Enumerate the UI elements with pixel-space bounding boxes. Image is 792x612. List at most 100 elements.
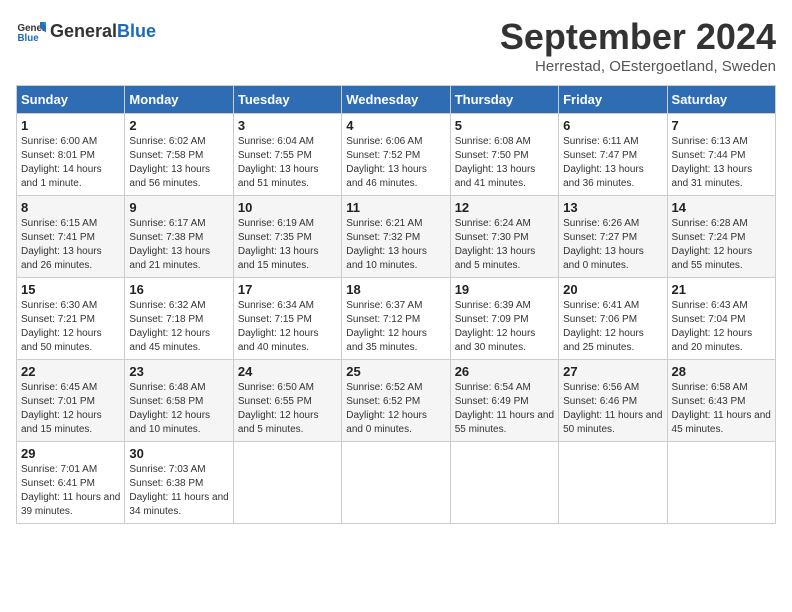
day-info: Sunrise: 7:03 AM Sunset: 6:38 PM Dayligh… <box>129 463 228 519</box>
day-number: 1 <box>21 118 120 133</box>
day-info: Sunrise: 6:43 AM Sunset: 7:04 PM Dayligh… <box>672 299 771 355</box>
day-number: 7 <box>672 118 771 133</box>
day-number: 13 <box>563 200 662 215</box>
day-number: 17 <box>238 282 337 297</box>
calendar-cell <box>233 442 341 524</box>
day-number: 25 <box>346 364 445 379</box>
calendar-cell: 27 Sunrise: 6:56 AM Sunset: 6:46 PM Dayl… <box>559 360 667 442</box>
day-number: 30 <box>129 446 228 461</box>
title-area: September 2024 Herrestad, OEstergoetland… <box>500 16 776 75</box>
day-info: Sunrise: 6:34 AM Sunset: 7:15 PM Dayligh… <box>238 299 337 355</box>
day-info: Sunrise: 7:01 AM Sunset: 6:41 PM Dayligh… <box>21 463 120 519</box>
day-info: Sunrise: 6:02 AM Sunset: 7:58 PM Dayligh… <box>129 135 228 191</box>
calendar-cell: 16 Sunrise: 6:32 AM Sunset: 7:18 PM Dayl… <box>125 278 233 360</box>
day-info: Sunrise: 6:28 AM Sunset: 7:24 PM Dayligh… <box>672 217 771 273</box>
day-number: 11 <box>346 200 445 215</box>
logo: General Blue General Blue <box>16 16 156 46</box>
calendar-cell: 12 Sunrise: 6:24 AM Sunset: 7:30 PM Dayl… <box>450 196 558 278</box>
calendar-week-row: 29 Sunrise: 7:01 AM Sunset: 6:41 PM Dayl… <box>17 442 776 524</box>
day-info: Sunrise: 6:19 AM Sunset: 7:35 PM Dayligh… <box>238 217 337 273</box>
day-number: 2 <box>129 118 228 133</box>
day-number: 19 <box>455 282 554 297</box>
calendar-cell: 4 Sunrise: 6:06 AM Sunset: 7:52 PM Dayli… <box>342 114 450 196</box>
calendar-cell: 2 Sunrise: 6:02 AM Sunset: 7:58 PM Dayli… <box>125 114 233 196</box>
page-header: General Blue General Blue September 2024… <box>16 16 776 75</box>
weekday-header: Thursday <box>450 86 558 114</box>
calendar-week-row: 8 Sunrise: 6:15 AM Sunset: 7:41 PM Dayli… <box>17 196 776 278</box>
calendar-cell <box>450 442 558 524</box>
day-number: 27 <box>563 364 662 379</box>
calendar-cell: 25 Sunrise: 6:52 AM Sunset: 6:52 PM Dayl… <box>342 360 450 442</box>
weekday-header: Wednesday <box>342 86 450 114</box>
day-info: Sunrise: 6:13 AM Sunset: 7:44 PM Dayligh… <box>672 135 771 191</box>
day-info: Sunrise: 6:04 AM Sunset: 7:55 PM Dayligh… <box>238 135 337 191</box>
day-info: Sunrise: 6:50 AM Sunset: 6:55 PM Dayligh… <box>238 381 337 437</box>
day-info: Sunrise: 6:26 AM Sunset: 7:27 PM Dayligh… <box>563 217 662 273</box>
calendar-cell <box>559 442 667 524</box>
day-info: Sunrise: 6:06 AM Sunset: 7:52 PM Dayligh… <box>346 135 445 191</box>
svg-text:Blue: Blue <box>18 33 40 44</box>
weekday-header: Sunday <box>17 86 125 114</box>
day-number: 15 <box>21 282 120 297</box>
day-info: Sunrise: 6:48 AM Sunset: 6:58 PM Dayligh… <box>129 381 228 437</box>
calendar-cell: 17 Sunrise: 6:34 AM Sunset: 7:15 PM Dayl… <box>233 278 341 360</box>
calendar-cell: 24 Sunrise: 6:50 AM Sunset: 6:55 PM Dayl… <box>233 360 341 442</box>
calendar-cell <box>342 442 450 524</box>
calendar-cell: 18 Sunrise: 6:37 AM Sunset: 7:12 PM Dayl… <box>342 278 450 360</box>
month-title: September 2024 <box>500 16 776 58</box>
calendar-cell <box>667 442 775 524</box>
calendar-cell: 20 Sunrise: 6:41 AM Sunset: 7:06 PM Dayl… <box>559 278 667 360</box>
day-number: 24 <box>238 364 337 379</box>
day-number: 5 <box>455 118 554 133</box>
day-number: 16 <box>129 282 228 297</box>
day-info: Sunrise: 6:08 AM Sunset: 7:50 PM Dayligh… <box>455 135 554 191</box>
calendar-cell: 15 Sunrise: 6:30 AM Sunset: 7:21 PM Dayl… <box>17 278 125 360</box>
calendar-cell: 28 Sunrise: 6:58 AM Sunset: 6:43 PM Dayl… <box>667 360 775 442</box>
day-number: 21 <box>672 282 771 297</box>
day-info: Sunrise: 6:58 AM Sunset: 6:43 PM Dayligh… <box>672 381 771 437</box>
calendar-week-row: 1 Sunrise: 6:00 AM Sunset: 8:01 PM Dayli… <box>17 114 776 196</box>
day-info: Sunrise: 6:41 AM Sunset: 7:06 PM Dayligh… <box>563 299 662 355</box>
calendar-cell: 6 Sunrise: 6:11 AM Sunset: 7:47 PM Dayli… <box>559 114 667 196</box>
calendar-cell: 3 Sunrise: 6:04 AM Sunset: 7:55 PM Dayli… <box>233 114 341 196</box>
calendar-cell: 26 Sunrise: 6:54 AM Sunset: 6:49 PM Dayl… <box>450 360 558 442</box>
day-number: 18 <box>346 282 445 297</box>
day-info: Sunrise: 6:15 AM Sunset: 7:41 PM Dayligh… <box>21 217 120 273</box>
day-number: 23 <box>129 364 228 379</box>
weekday-header: Monday <box>125 86 233 114</box>
weekday-header: Tuesday <box>233 86 341 114</box>
calendar-table: SundayMondayTuesdayWednesdayThursdayFrid… <box>16 85 776 524</box>
logo-general-text: General <box>50 21 117 42</box>
day-info: Sunrise: 6:21 AM Sunset: 7:32 PM Dayligh… <box>346 217 445 273</box>
day-info: Sunrise: 6:54 AM Sunset: 6:49 PM Dayligh… <box>455 381 554 437</box>
day-number: 26 <box>455 364 554 379</box>
calendar-cell: 5 Sunrise: 6:08 AM Sunset: 7:50 PM Dayli… <box>450 114 558 196</box>
calendar-cell: 8 Sunrise: 6:15 AM Sunset: 7:41 PM Dayli… <box>17 196 125 278</box>
calendar-cell: 13 Sunrise: 6:26 AM Sunset: 7:27 PM Dayl… <box>559 196 667 278</box>
day-number: 6 <box>563 118 662 133</box>
calendar-cell: 21 Sunrise: 6:43 AM Sunset: 7:04 PM Dayl… <box>667 278 775 360</box>
day-number: 4 <box>346 118 445 133</box>
logo-blue-text: Blue <box>117 21 156 42</box>
calendar-week-row: 22 Sunrise: 6:45 AM Sunset: 7:01 PM Dayl… <box>17 360 776 442</box>
day-number: 12 <box>455 200 554 215</box>
day-info: Sunrise: 6:11 AM Sunset: 7:47 PM Dayligh… <box>563 135 662 191</box>
day-number: 3 <box>238 118 337 133</box>
location-title: Herrestad, OEstergoetland, Sweden <box>500 58 776 75</box>
day-number: 28 <box>672 364 771 379</box>
weekday-header: Friday <box>559 86 667 114</box>
day-info: Sunrise: 6:37 AM Sunset: 7:12 PM Dayligh… <box>346 299 445 355</box>
day-number: 20 <box>563 282 662 297</box>
day-number: 29 <box>21 446 120 461</box>
day-number: 10 <box>238 200 337 215</box>
day-info: Sunrise: 6:56 AM Sunset: 6:46 PM Dayligh… <box>563 381 662 437</box>
day-number: 8 <box>21 200 120 215</box>
calendar-cell: 19 Sunrise: 6:39 AM Sunset: 7:09 PM Dayl… <box>450 278 558 360</box>
day-info: Sunrise: 6:30 AM Sunset: 7:21 PM Dayligh… <box>21 299 120 355</box>
calendar-cell: 11 Sunrise: 6:21 AM Sunset: 7:32 PM Dayl… <box>342 196 450 278</box>
day-info: Sunrise: 6:32 AM Sunset: 7:18 PM Dayligh… <box>129 299 228 355</box>
calendar-cell: 23 Sunrise: 6:48 AM Sunset: 6:58 PM Dayl… <box>125 360 233 442</box>
day-info: Sunrise: 6:24 AM Sunset: 7:30 PM Dayligh… <box>455 217 554 273</box>
calendar-cell: 14 Sunrise: 6:28 AM Sunset: 7:24 PM Dayl… <box>667 196 775 278</box>
calendar-header-row: SundayMondayTuesdayWednesdayThursdayFrid… <box>17 86 776 114</box>
